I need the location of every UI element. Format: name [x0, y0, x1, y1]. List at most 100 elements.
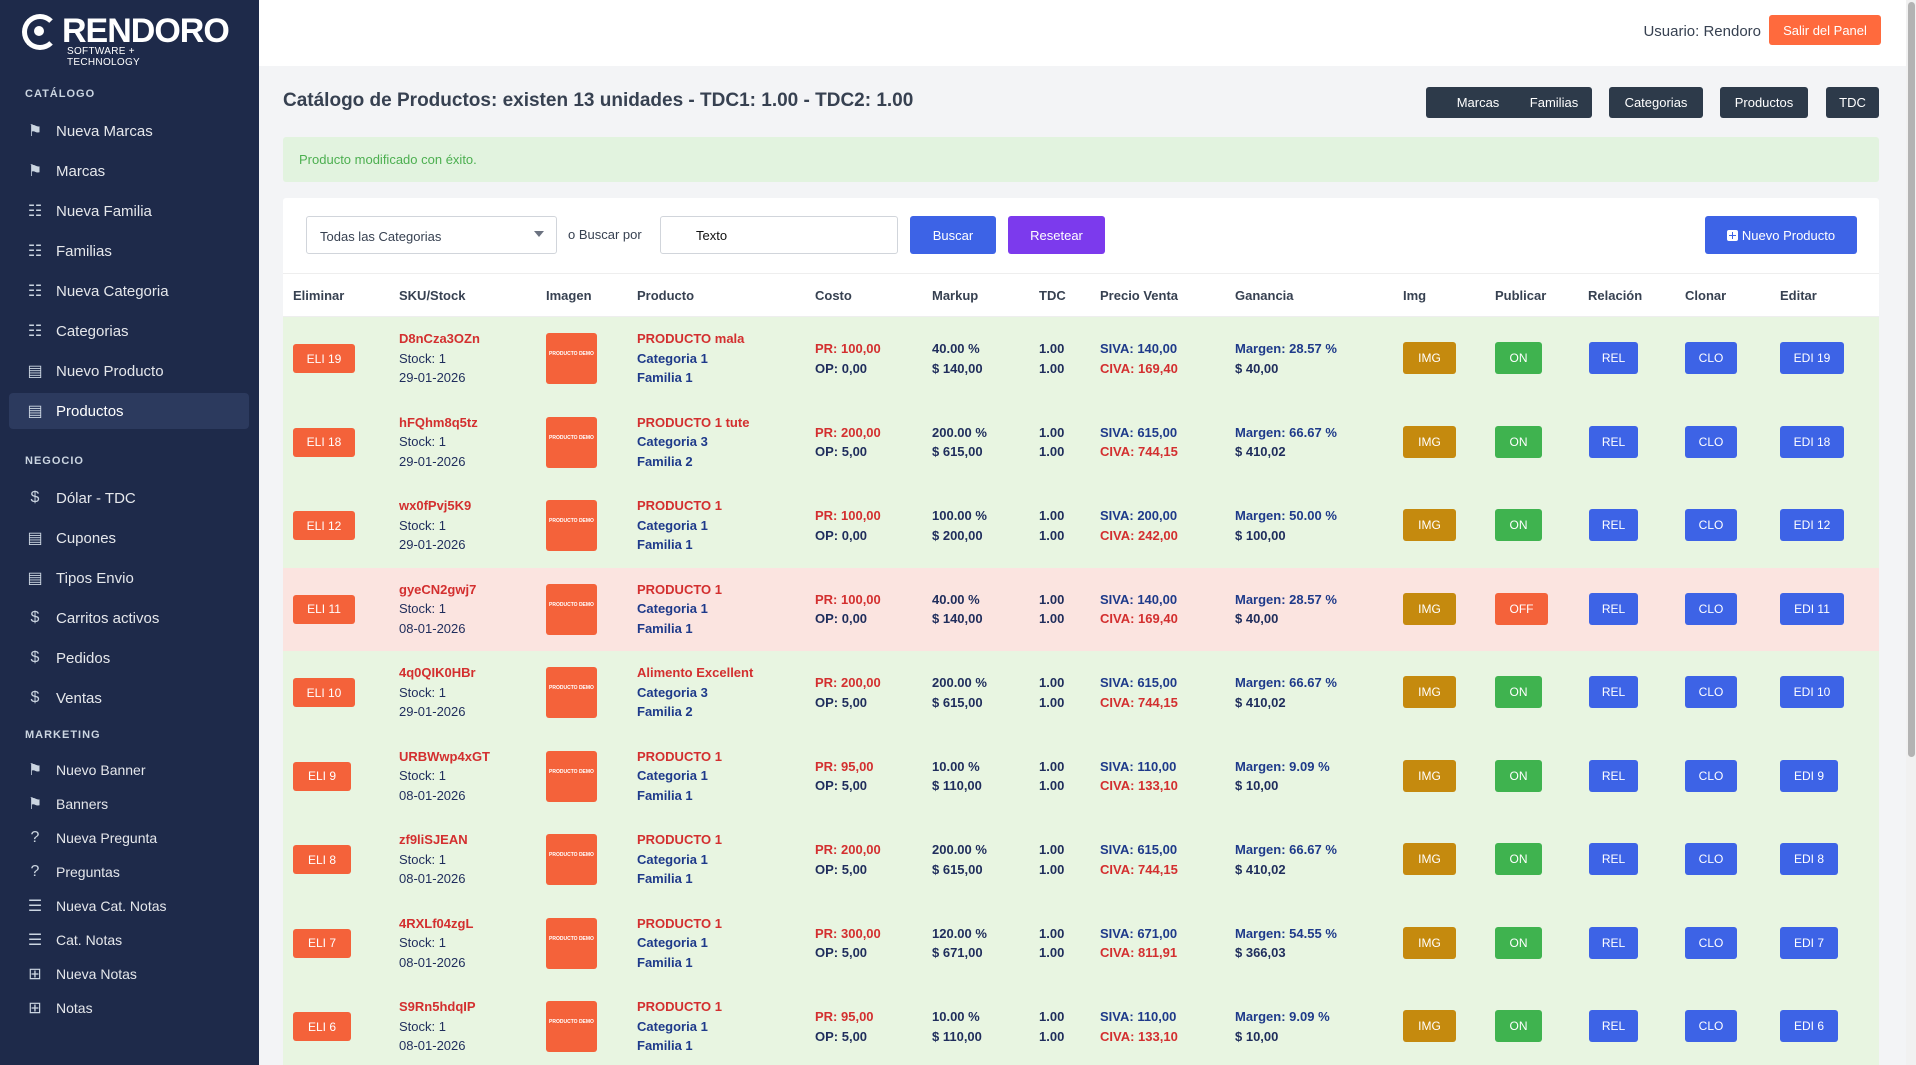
scrollbar-thumb[interactable]	[1908, 2, 1915, 757]
image-button[interactable]: IMG	[1403, 759, 1456, 792]
publish-toggle[interactable]: ON	[1495, 342, 1542, 374]
image-button[interactable]: IMG	[1403, 509, 1456, 541]
edit-button[interactable]: EDI 10	[1780, 676, 1844, 708]
publish-toggle[interactable]: ON	[1495, 926, 1542, 959]
clone-button[interactable]: CLO	[1685, 592, 1737, 625]
product-thumbnail[interactable]: PRODUCTO DEMO	[546, 333, 597, 384]
relation-button[interactable]: REL	[1589, 509, 1638, 541]
nav-productos-button[interactable]: Productos	[1720, 87, 1808, 118]
sidebar-item-categorias[interactable]: ☷ Categorias	[9, 313, 249, 349]
edit-button[interactable]: EDI 7	[1780, 926, 1838, 959]
column-header-2[interactable]: Imagen	[546, 288, 592, 303]
image-button[interactable]: IMG	[1403, 342, 1456, 374]
nav-categorias-button[interactable]: Categorias	[1609, 87, 1703, 118]
clone-button[interactable]: CLO	[1685, 926, 1737, 959]
product-thumbnail[interactable]: PRODUCTO DEMO	[546, 917, 597, 969]
sidebar-item-nueva-familia[interactable]: ☷ Nueva Familia	[9, 193, 249, 229]
edit-button[interactable]: EDI 12	[1780, 509, 1844, 541]
sidebar-item-nueva-marcas[interactable]: ⚑ Nueva Marcas	[9, 113, 249, 149]
sidebar-item-nueva-notas[interactable]: ⊞ Nueva Notas	[9, 959, 249, 989]
column-header-1[interactable]: SKU/Stock	[399, 288, 465, 303]
publish-toggle[interactable]: OFF	[1495, 592, 1548, 625]
nav-tdc-button[interactable]: TDC	[1826, 87, 1879, 118]
sidebar-item-dolar-tdc[interactable]: $ Dólar - TDC	[9, 480, 249, 516]
clone-button[interactable]: CLO	[1685, 342, 1737, 374]
column-header-0[interactable]: Eliminar	[293, 288, 344, 303]
reset-button[interactable]: Resetear	[1008, 216, 1105, 254]
publish-toggle[interactable]: ON	[1495, 509, 1542, 541]
sidebar-item-nueva-categoria[interactable]: ☷ Nueva Categoria	[9, 273, 249, 309]
publish-toggle[interactable]: ON	[1495, 843, 1542, 875]
column-header-5[interactable]: Markup	[932, 288, 978, 303]
image-button[interactable]: IMG	[1403, 676, 1456, 708]
edit-button[interactable]: EDI 19	[1780, 342, 1844, 374]
clone-button[interactable]: CLO	[1685, 759, 1737, 792]
logout-button[interactable]: Salir del Panel	[1769, 15, 1881, 45]
publish-toggle[interactable]: ON	[1495, 676, 1542, 708]
sidebar-item-carritos-activos[interactable]: $ Carritos activos	[9, 600, 249, 636]
column-header-12[interactable]: Clonar	[1685, 288, 1726, 303]
image-button[interactable]: IMG	[1403, 425, 1456, 458]
sidebar-item-nuevo-banner[interactable]: ⚑ Nuevo Banner	[9, 755, 249, 785]
sidebar-item-preguntas[interactable]: ? Preguntas	[9, 857, 249, 887]
publish-toggle[interactable]: ON	[1495, 1010, 1542, 1042]
sidebar-item-marcas[interactable]: ⚑ Marcas	[9, 153, 249, 189]
brand-logo[interactable]: RENDORO SOFTWARE + TECHNOLOGY	[22, 10, 230, 68]
sidebar-item-familias[interactable]: ☷ Familias	[9, 233, 249, 269]
column-header-9[interactable]: Img	[1403, 288, 1426, 303]
delete-button[interactable]: ELI 6	[293, 1012, 351, 1041]
product-thumbnail[interactable]: PRODUCTO DEMO	[546, 1001, 597, 1052]
nav-marcas-button[interactable]: Marcas	[1426, 87, 1530, 118]
relation-button[interactable]: REL	[1589, 843, 1638, 875]
column-header-11[interactable]: Relación	[1588, 288, 1642, 303]
sidebar-item-pedidos[interactable]: $ Pedidos	[9, 640, 249, 676]
nav-familias-button[interactable]: Familias	[1516, 87, 1592, 118]
delete-button[interactable]: ELI 18	[293, 427, 355, 457]
column-header-13[interactable]: Editar	[1780, 288, 1817, 303]
sidebar-item-ventas[interactable]: $ Ventas	[9, 680, 249, 716]
sidebar-item-nueva-cat-notas[interactable]: ☰ Nueva Cat. Notas	[9, 891, 249, 921]
product-thumbnail[interactable]: PRODUCTO DEMO	[546, 583, 597, 635]
publish-toggle[interactable]: ON	[1495, 759, 1542, 792]
sidebar-item-cat-notas[interactable]: ☰ Cat. Notas	[9, 925, 249, 955]
column-header-10[interactable]: Publicar	[1495, 288, 1546, 303]
edit-button[interactable]: EDI 8	[1780, 843, 1838, 875]
image-button[interactable]: IMG	[1403, 926, 1456, 959]
column-header-3[interactable]: Producto	[637, 288, 694, 303]
delete-button[interactable]: ELI 8	[293, 845, 351, 874]
sidebar-item-notas[interactable]: ⊞ Notas	[9, 993, 249, 1023]
relation-button[interactable]: REL	[1589, 342, 1638, 374]
sidebar-item-tipos-envio[interactable]: ▤ Tipos Envio	[9, 560, 249, 596]
sidebar-item-nueva-pregunta[interactable]: ? Nueva Pregunta	[9, 823, 249, 853]
sidebar-item-banners[interactable]: ⚑ Banners	[9, 789, 249, 819]
delete-button[interactable]: ELI 9	[293, 761, 351, 791]
relation-button[interactable]: REL	[1589, 926, 1638, 959]
column-header-8[interactable]: Ganancia	[1235, 288, 1294, 303]
image-button[interactable]: IMG	[1403, 843, 1456, 875]
category-select[interactable]: Todas las Categorias	[306, 216, 557, 254]
sidebar-item-productos[interactable]: ▤ Productos	[9, 393, 249, 429]
delete-button[interactable]: ELI 10	[293, 678, 355, 707]
edit-button[interactable]: EDI 9	[1780, 759, 1838, 792]
edit-button[interactable]: EDI 11	[1780, 592, 1844, 625]
column-header-7[interactable]: Precio Venta	[1100, 288, 1178, 303]
clone-button[interactable]: CLO	[1685, 425, 1737, 458]
sidebar-item-cupones[interactable]: ▤ Cupones	[9, 520, 249, 556]
edit-button[interactable]: EDI 6	[1780, 1010, 1838, 1042]
product-thumbnail[interactable]: PRODUCTO DEMO	[546, 834, 597, 885]
delete-button[interactable]: ELI 19	[293, 344, 355, 373]
column-header-6[interactable]: TDC	[1039, 288, 1066, 303]
relation-button[interactable]: REL	[1589, 592, 1638, 625]
relation-button[interactable]: REL	[1589, 676, 1638, 708]
product-thumbnail[interactable]: PRODUCTO DEMO	[546, 416, 597, 468]
edit-button[interactable]: EDI 18	[1780, 425, 1844, 458]
product-thumbnail[interactable]: PRODUCTO DEMO	[546, 500, 597, 551]
column-header-4[interactable]: Costo	[815, 288, 852, 303]
search-button[interactable]: Buscar	[910, 216, 996, 254]
image-button[interactable]: IMG	[1403, 592, 1456, 625]
clone-button[interactable]: CLO	[1685, 843, 1737, 875]
sidebar-item-nuevo-producto[interactable]: ▤ Nuevo Producto	[9, 353, 249, 389]
clone-button[interactable]: CLO	[1685, 509, 1737, 541]
search-input[interactable]	[660, 216, 898, 254]
clone-button[interactable]: CLO	[1685, 676, 1737, 708]
